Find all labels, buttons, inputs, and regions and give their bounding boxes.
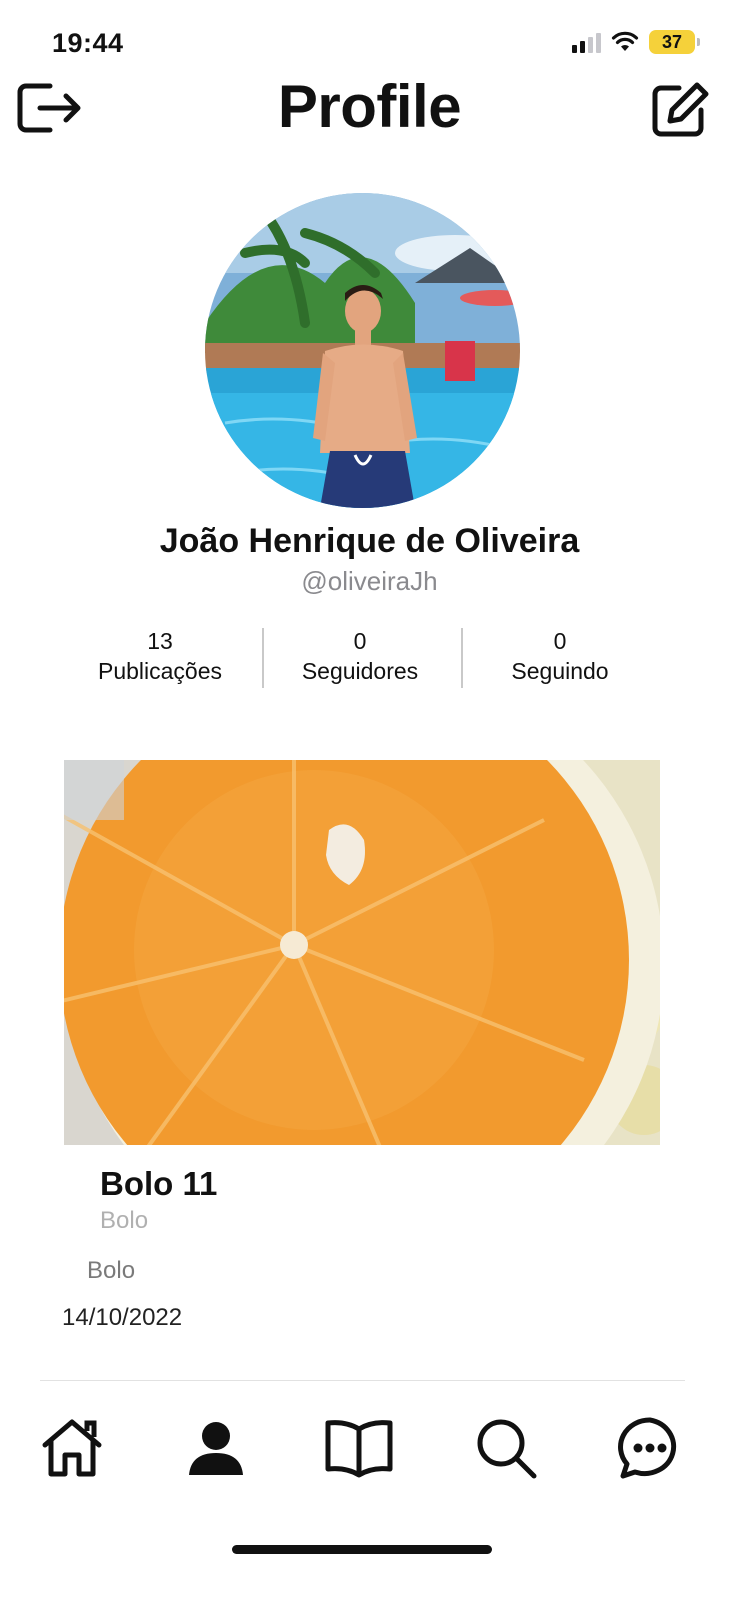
avatar[interactable] xyxy=(205,193,520,508)
stat-following[interactable]: 0 Seguindo xyxy=(460,626,660,686)
post-title: Bolo 11 xyxy=(100,1165,218,1202)
status-indicators: 37 xyxy=(572,30,700,54)
post-description: Bolo xyxy=(87,1257,136,1284)
status-time: 19:44 xyxy=(52,28,124,58)
stat-value: 13 xyxy=(147,628,173,654)
home-indicator xyxy=(232,1545,492,1554)
home-icon xyxy=(42,1419,102,1477)
book-icon xyxy=(325,1420,393,1478)
post-photo xyxy=(64,760,660,1145)
tab-search[interactable] xyxy=(468,1410,544,1486)
profile-stats: 13 Publicações 0 Seguidores 0 Seguindo xyxy=(60,626,660,686)
search-icon xyxy=(477,1419,537,1479)
battery-indicator: 37 xyxy=(649,30,700,54)
edit-icon[interactable] xyxy=(651,80,711,138)
tab-book[interactable] xyxy=(321,1410,397,1486)
stat-value: 0 xyxy=(353,628,367,654)
post-category: Bolo xyxy=(100,1207,149,1234)
stat-label: Seguidores xyxy=(301,658,419,684)
tab-profile[interactable] xyxy=(178,1410,254,1486)
stat-label: Publicações xyxy=(97,658,223,684)
wifi-icon xyxy=(611,31,639,51)
cellular-signal-icon xyxy=(572,31,601,53)
post-date: 14/10/2022 xyxy=(62,1304,183,1331)
tab-chat[interactable] xyxy=(612,1410,688,1486)
page-title: Profile xyxy=(277,73,462,140)
post-image[interactable] xyxy=(64,760,660,1145)
chat-icon xyxy=(618,1417,677,1479)
tab-home[interactable] xyxy=(34,1410,110,1486)
profile-name: João Henrique de Oliveira xyxy=(159,522,580,560)
stat-publications[interactable]: 13 Publicações xyxy=(60,626,260,686)
user-icon xyxy=(189,1422,243,1475)
profile-handle: @oliveiraJh xyxy=(301,566,438,596)
stat-label: Seguindo xyxy=(511,658,609,684)
stat-divider xyxy=(461,628,463,688)
avatar-photo xyxy=(205,193,520,508)
tabbar-divider xyxy=(40,1380,685,1381)
stat-followers[interactable]: 0 Seguidores xyxy=(260,626,460,686)
stat-divider xyxy=(262,628,264,688)
tab-bar xyxy=(0,1410,739,1490)
stat-value: 0 xyxy=(553,628,567,654)
